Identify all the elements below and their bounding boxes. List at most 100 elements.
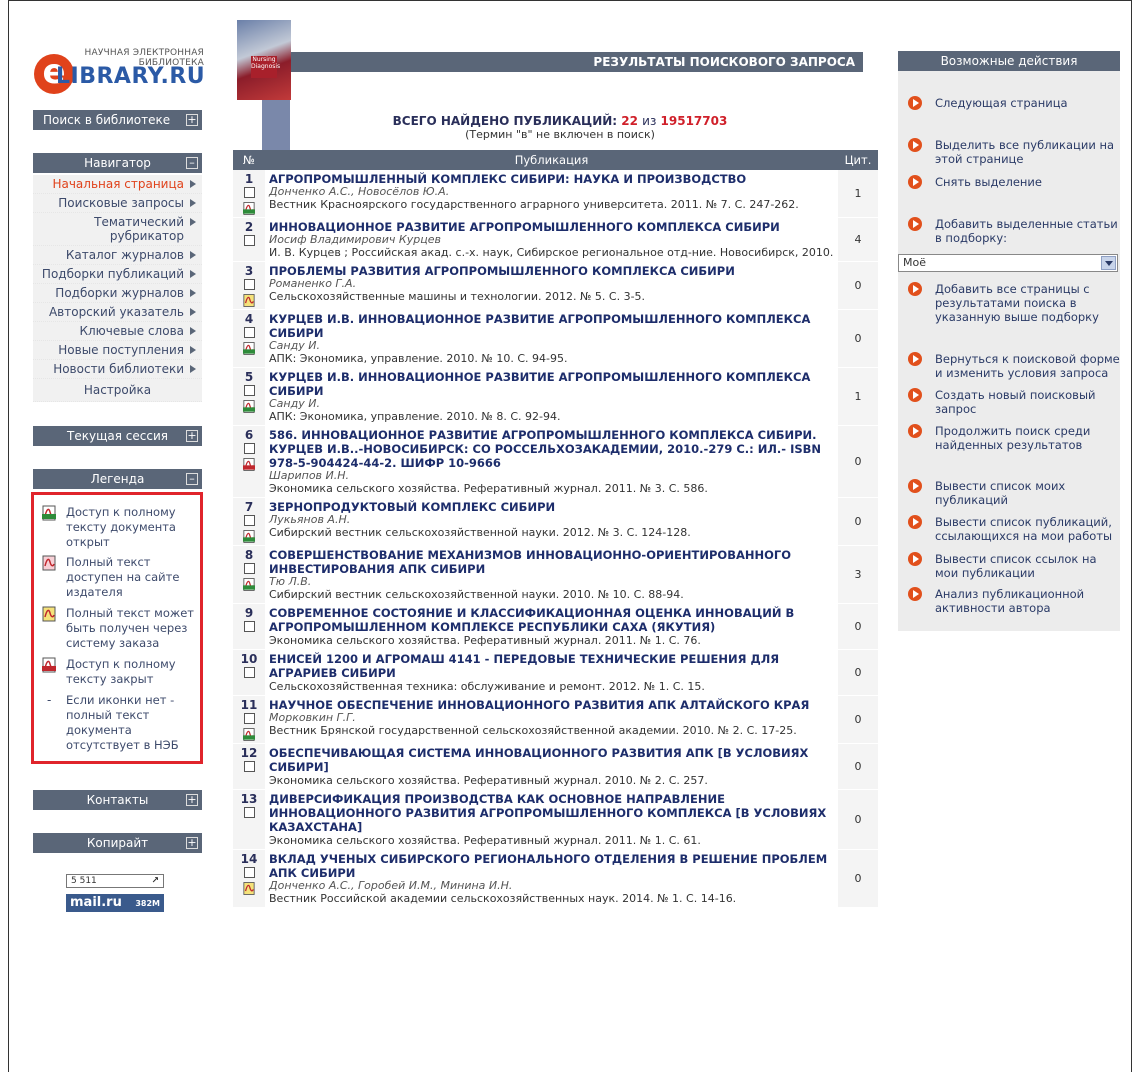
- legend-header[interactable]: Легенда –: [33, 469, 202, 489]
- publication-source[interactable]: Сельскохозяйственная техника: обслуживан…: [269, 680, 834, 693]
- nav-item-rubricator[interactable]: Тематический рубрикатор: [33, 213, 202, 246]
- nav-item-keywords[interactable]: Ключевые слова: [33, 322, 202, 341]
- citation-count[interactable]: 0: [838, 262, 878, 310]
- publication-title[interactable]: НАУЧНОЕ ОБЕСПЕЧЕНИЕ ИННОВАЦИОННОГО РАЗВИ…: [269, 698, 834, 712]
- publication-source[interactable]: Экономика сельского хозяйства. Рефератив…: [269, 634, 834, 647]
- chevron-down-icon[interactable]: [1101, 256, 1116, 270]
- expand-icon[interactable]: +: [186, 114, 198, 126]
- publication-title[interactable]: КУРЦЕВ И.В. ИННОВАЦИОННОЕ РАЗВИТИЕ АГРОП…: [269, 312, 834, 340]
- nav-item-home[interactable]: Начальная страница: [33, 175, 202, 194]
- mailru-badge[interactable]: mail.ru 382M: [66, 894, 164, 912]
- nav-item-settings[interactable]: Настройка: [33, 379, 202, 402]
- citation-count[interactable]: 1: [838, 368, 878, 426]
- select-checkbox[interactable]: [243, 867, 255, 878]
- publication-source[interactable]: Вестник Брянской государственной сельско…: [269, 724, 834, 737]
- publication-title[interactable]: ВКЛАД УЧЕНЫХ СИБИРСКОГО РЕГИОНАЛЬНОГО ОТ…: [269, 852, 834, 880]
- pdf-red-icon[interactable]: [243, 457, 255, 472]
- publication-source[interactable]: Сельскохозяйственные машины и технологии…: [269, 290, 834, 303]
- expand-icon[interactable]: +: [186, 794, 198, 806]
- contacts-header[interactable]: Контакты +: [33, 790, 202, 810]
- publication-title[interactable]: СОВЕРШЕНСТВОВАНИЕ МЕХАНИЗМОВ ИННОВАЦИОНН…: [269, 548, 834, 576]
- citation-count[interactable]: 4: [838, 218, 878, 262]
- publication-authors[interactable]: Морковкин Г.Г.: [269, 712, 834, 724]
- publication-source[interactable]: Вестник Красноярского государственного а…: [269, 198, 834, 211]
- publication-title[interactable]: ДИВЕРСИФИКАЦИЯ ПРОИЗВОДСТВА КАК ОСНОВНОЕ…: [269, 792, 834, 834]
- publication-title[interactable]: 586. ИННОВАЦИОННОЕ РАЗВИТИЕ АГРОПРОМЫШЛЕ…: [269, 428, 834, 470]
- pdf-green-icon[interactable]: [243, 399, 255, 414]
- select-checkbox[interactable]: [243, 713, 255, 724]
- session-header[interactable]: Текущая сессия +: [33, 426, 202, 446]
- citation-count[interactable]: 0: [838, 790, 878, 850]
- select-checkbox[interactable]: [243, 279, 255, 290]
- publication-title[interactable]: ИННОВАЦИОННОЕ РАЗВИТИЕ АГРОПРОМЫШЛЕННОГО…: [269, 220, 834, 234]
- navigator-header[interactable]: Навигатор –: [33, 153, 202, 173]
- publication-source[interactable]: И. В. Курцев ; Российская акад. с.-х. на…: [269, 246, 834, 259]
- publication-authors[interactable]: Романенко Г.А.: [269, 278, 834, 290]
- publication-source[interactable]: АПК: Экономика, управление. 2010. № 8. С…: [269, 410, 834, 423]
- select-checkbox[interactable]: [243, 187, 255, 198]
- select-checkbox[interactable]: [243, 515, 255, 526]
- pdf-green-icon[interactable]: [243, 529, 255, 544]
- select-checkbox[interactable]: [243, 667, 255, 678]
- select-checkbox[interactable]: [243, 807, 255, 818]
- collapse-icon[interactable]: –: [186, 157, 198, 169]
- citation-count[interactable]: 3: [838, 546, 878, 604]
- nav-item-search-queries[interactable]: Поисковые запросы: [33, 194, 202, 213]
- citation-count[interactable]: 0: [838, 744, 878, 790]
- pdf-green-icon[interactable]: [243, 201, 255, 216]
- select-checkbox[interactable]: [243, 327, 255, 338]
- select-checkbox[interactable]: [243, 235, 255, 246]
- nav-item-journal-collections[interactable]: Подборки журналов: [33, 284, 202, 303]
- publication-source[interactable]: Сибирский вестник сельскохозяйственной н…: [269, 588, 834, 601]
- publication-title[interactable]: ЗЕРНОПРОДУКТОВЫЙ КОМПЛЕКС СИБИРИ: [269, 500, 834, 514]
- pdf-green-icon[interactable]: [243, 727, 255, 742]
- nav-item-library-news[interactable]: Новости библиотеки: [33, 360, 202, 379]
- publication-authors[interactable]: Лукьянов А.Н.: [269, 514, 834, 526]
- collection-select[interactable]: Моё: [898, 254, 1118, 272]
- nav-item-journals-catalog[interactable]: Каталог журналов: [33, 246, 202, 265]
- citation-count[interactable]: 0: [838, 498, 878, 546]
- publication-title[interactable]: ПРОБЛЕМЫ РАЗВИТИЯ АГРОПРОМЫШЛЕННОГО КОМП…: [269, 264, 834, 278]
- citation-count[interactable]: 1: [838, 170, 878, 218]
- elibrary-logo[interactable]: НАУЧНАЯ ЭЛЕКТРОННАЯ БИБЛИОТЕКА e LIBRARY.…: [34, 48, 205, 104]
- publication-source[interactable]: АПК: Экономика, управление. 2010. № 10. …: [269, 352, 834, 365]
- publication-title[interactable]: СОВРЕМЕННОЕ СОСТОЯНИЕ И КЛАССИФИКАЦИОННА…: [269, 606, 834, 634]
- select-checkbox[interactable]: [243, 443, 255, 454]
- visit-counter[interactable]: 5 511 ↗: [66, 874, 164, 888]
- pdf-green-icon[interactable]: [243, 577, 255, 592]
- pdf-yellow-icon[interactable]: [243, 293, 255, 308]
- nav-item-author-index[interactable]: Авторский указатель: [33, 303, 202, 322]
- citation-count[interactable]: 0: [838, 426, 878, 498]
- publication-authors[interactable]: Донченко А.С., Новосёлов Ю.А.: [269, 186, 834, 198]
- citation-count[interactable]: 0: [838, 850, 878, 908]
- select-checkbox[interactable]: [243, 761, 255, 772]
- pdf-yellow-icon[interactable]: [243, 881, 255, 896]
- publication-source[interactable]: Экономика сельского хозяйства. Рефератив…: [269, 834, 834, 847]
- publication-authors[interactable]: Иосиф Владимирович Курцев: [269, 234, 834, 246]
- select-checkbox[interactable]: [243, 563, 255, 574]
- citation-count[interactable]: 0: [838, 604, 878, 650]
- publication-source[interactable]: Экономика сельского хозяйства. Рефератив…: [269, 774, 834, 787]
- citation-count[interactable]: 0: [838, 310, 878, 368]
- select-checkbox[interactable]: [243, 621, 255, 632]
- expand-icon[interactable]: +: [186, 837, 198, 849]
- publication-source[interactable]: Сибирский вестник сельскохозяйственной н…: [269, 526, 834, 539]
- publication-title[interactable]: ОБЕСПЕЧИВАЮЩАЯ СИСТЕМА ИННОВАЦИОННОГО РА…: [269, 746, 834, 774]
- publication-authors[interactable]: Донченко А.С., Горобей И.М., Минина И.Н.: [269, 880, 834, 892]
- select-checkbox[interactable]: [243, 385, 255, 396]
- publication-title[interactable]: КУРЦЕВ И.В. ИННОВАЦИОННОЕ РАЗВИТИЕ АГРОП…: [269, 370, 834, 398]
- publication-authors[interactable]: Санду И.: [269, 340, 834, 352]
- publication-title[interactable]: ЕНИСЕЙ 1200 И АГРОМАШ 4141 - ПЕРЕДОВЫЕ Т…: [269, 652, 834, 680]
- publication-authors[interactable]: Шарипов И.Н.: [269, 470, 834, 482]
- nav-item-publication-collections[interactable]: Подборки публикаций: [33, 265, 202, 284]
- citation-count[interactable]: 0: [838, 696, 878, 744]
- publication-source[interactable]: Вестник Российской академии сельскохозяй…: [269, 892, 834, 905]
- publication-authors[interactable]: Санду И.: [269, 398, 834, 410]
- collapse-icon[interactable]: –: [186, 473, 198, 485]
- pdf-green-icon[interactable]: [243, 341, 255, 356]
- publication-source[interactable]: Экономика сельского хозяйства. Рефератив…: [269, 482, 834, 495]
- copyright-header[interactable]: Копирайт +: [33, 833, 202, 853]
- citation-count[interactable]: 0: [838, 650, 878, 696]
- search-section-header[interactable]: Поиск в библиотеке +: [33, 110, 202, 130]
- expand-icon[interactable]: +: [186, 430, 198, 442]
